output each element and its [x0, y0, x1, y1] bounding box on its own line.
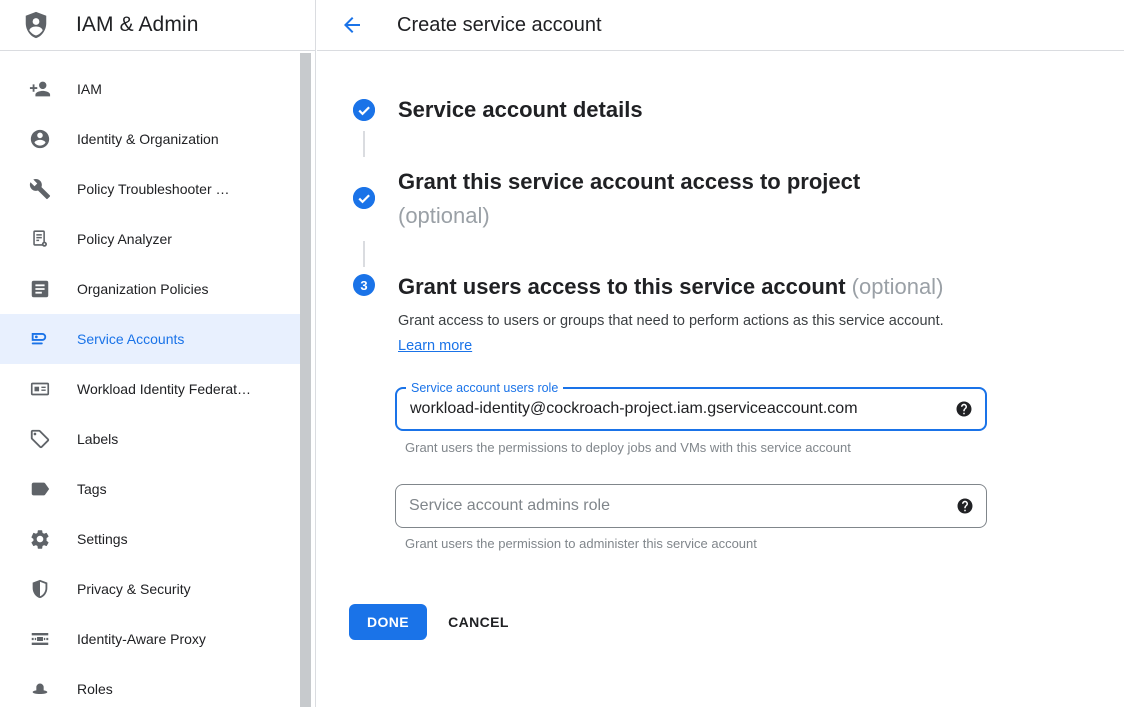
step3-number-badge: 3: [353, 274, 375, 296]
hat-icon: [28, 677, 52, 701]
service-account-users-role-input[interactable]: [410, 400, 945, 418]
service-account-admins-role-input[interactable]: [409, 497, 946, 515]
step3-description-text: Grant access to users or groups that nee…: [398, 313, 944, 329]
page-title: Create service account: [397, 14, 602, 37]
step1-title: Service account details: [398, 95, 643, 125]
step3-title: Grant users access to this service accou…: [398, 270, 943, 304]
sidebar-item-label: IAM: [77, 81, 102, 97]
sidebar-item-organization-policies[interactable]: Organization Policies: [0, 264, 300, 314]
sidebar-item-label: Identity & Organization: [77, 131, 219, 147]
main-panel: Create service account Service account d…: [317, 0, 1124, 707]
app-title: IAM & Admin: [76, 13, 198, 37]
account-circle-icon: [28, 127, 52, 151]
users-role-helper-text: Grant users the permissions to deploy jo…: [405, 440, 851, 455]
wizard-content: Service account details Grant this servi…: [317, 51, 1124, 707]
tag-icon: [28, 427, 52, 451]
step-connector: [363, 131, 365, 157]
cancel-button[interactable]: CANCEL: [436, 604, 521, 640]
gcp-iam-admin-window: IAM & Admin IAM Identity & Organization: [0, 0, 1124, 707]
sidebar-item-iam[interactable]: IAM: [0, 64, 300, 114]
step2-title-text: Grant this service account access to pro…: [398, 169, 860, 194]
gear-icon: [28, 527, 52, 551]
sidebar-item-policy-analyzer[interactable]: Policy Analyzer: [0, 214, 300, 264]
sidebar-item-label: Tags: [77, 481, 107, 497]
sidebar-item-label: Settings: [77, 531, 128, 547]
sidebar-item-label: Policy Troubleshooter …: [77, 181, 230, 197]
sidebar-item-policy-troubleshooter[interactable]: Policy Troubleshooter …: [0, 164, 300, 214]
sidebar-item-label: Organization Policies: [77, 281, 209, 297]
step-connector: [363, 241, 365, 267]
step2-title: Grant this service account access to pro…: [398, 165, 860, 233]
sidebar-item-service-accounts[interactable]: Service Accounts: [0, 314, 300, 364]
person-add-icon: [28, 77, 52, 101]
step1-completed-check-icon: [353, 99, 375, 121]
document-gear-icon: [28, 227, 52, 251]
sidebar-item-label: Roles: [77, 681, 113, 697]
learn-more-link[interactable]: Learn more: [398, 338, 472, 354]
service-account-key-icon: [28, 327, 52, 351]
step2-optional-label: (optional): [398, 203, 490, 228]
id-card-icon: [28, 377, 52, 401]
sidebar-item-privacy-security[interactable]: Privacy & Security: [0, 564, 300, 614]
back-arrow-icon[interactable]: [340, 13, 364, 37]
sidebar-item-identity-aware-proxy[interactable]: Identity-Aware Proxy: [0, 614, 300, 664]
step2-completed-check-icon: [353, 187, 375, 209]
service-account-users-role-field: Service account users role: [395, 387, 987, 431]
sidebar-item-label: Labels: [77, 431, 118, 447]
help-icon[interactable]: [955, 400, 973, 418]
admins-role-helper-text: Grant users the permission to administer…: [405, 536, 757, 551]
done-button[interactable]: DONE: [349, 604, 427, 640]
sidebar-scrollbar[interactable]: [300, 53, 311, 707]
step3-number: 3: [360, 278, 367, 293]
sidebar-item-label: Service Accounts: [77, 331, 184, 347]
iam-shield-icon: [20, 9, 52, 41]
sidebar-item-settings[interactable]: Settings: [0, 514, 300, 564]
shield-half-icon: [28, 577, 52, 601]
sidebar-item-tags[interactable]: Tags: [0, 464, 300, 514]
form-actions: DONE CANCEL: [349, 604, 521, 640]
sidebar: IAM & Admin IAM Identity & Organization: [0, 0, 316, 707]
sidebar-item-label: Privacy & Security: [77, 581, 191, 597]
sidebar-item-label: Identity-Aware Proxy: [77, 631, 206, 647]
step3-description: Grant access to users or groups that nee…: [398, 309, 960, 359]
step3-title-text: Grant users access to this service accou…: [398, 274, 846, 299]
service-account-admins-role-field: [395, 484, 987, 528]
article-icon: [28, 277, 52, 301]
proxy-icon: [28, 627, 52, 651]
sidebar-item-roles[interactable]: Roles: [0, 664, 300, 707]
sidebar-item-label: Policy Analyzer: [77, 231, 172, 247]
sidebar-item-label: Workload Identity Federat…: [77, 381, 251, 397]
sidebar-item-workload-identity-federation[interactable]: Workload Identity Federat…: [0, 364, 300, 414]
help-icon[interactable]: [956, 497, 974, 515]
wrench-icon: [28, 177, 52, 201]
label-arrow-icon: [28, 477, 52, 501]
sidebar-nav: IAM Identity & Organization Policy Troub…: [0, 51, 315, 707]
service-account-users-role-label: Service account users role: [406, 380, 563, 396]
sidebar-item-labels[interactable]: Labels: [0, 414, 300, 464]
page-header: Create service account: [317, 0, 1124, 51]
step3-optional-label: (optional): [852, 274, 944, 299]
sidebar-header: IAM & Admin: [0, 0, 315, 51]
sidebar-item-identity-organization[interactable]: Identity & Organization: [0, 114, 300, 164]
